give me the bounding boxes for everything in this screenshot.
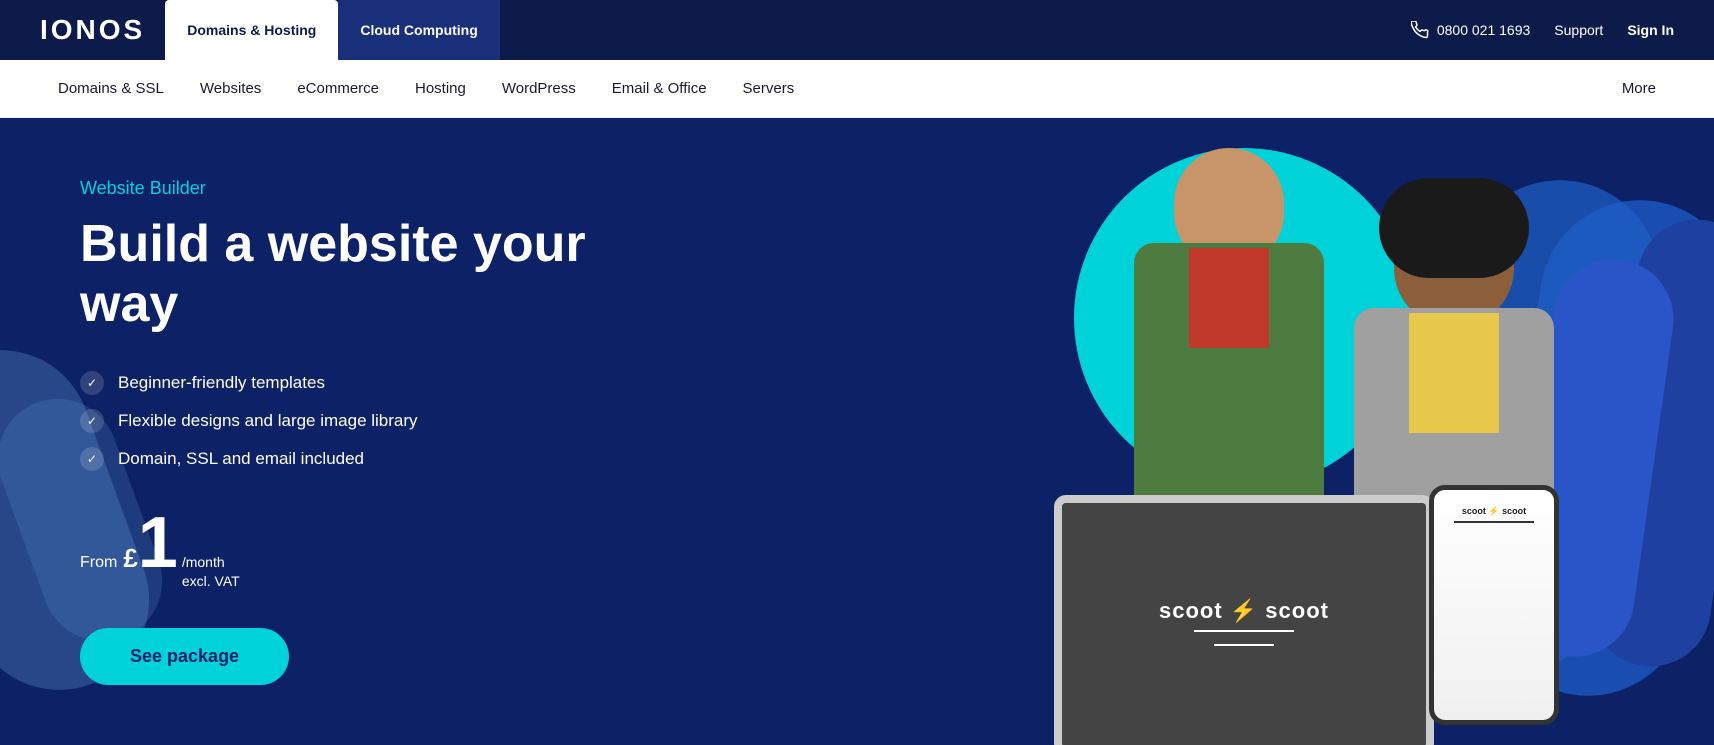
nav-websites[interactable]: Websites bbox=[182, 60, 279, 117]
pricing: From £ 1 /month excl. VAT bbox=[80, 507, 600, 592]
feature-item-3: ✓ Domain, SSL and email included bbox=[80, 447, 600, 471]
hero-section: Website Builder Build a website your way… bbox=[0, 118, 1714, 745]
nav-domains-ssl[interactable]: Domains & SSL bbox=[40, 60, 182, 117]
price-suffix: /month excl. VAT bbox=[182, 553, 240, 592]
phone-section: 0800 021 1693 bbox=[1411, 21, 1530, 39]
hero-content: Website Builder Build a website your way… bbox=[0, 118, 680, 745]
top-bar: IONOS Domains & Hosting Cloud Computing … bbox=[0, 0, 1714, 60]
phone-number: 0800 021 1693 bbox=[1437, 22, 1530, 38]
device-mockup: scoot ⚡ scoot bbox=[1054, 495, 1434, 745]
scoot-line-1 bbox=[1194, 630, 1294, 632]
scoot-logo-1: scoot ⚡ scoot bbox=[1159, 598, 1329, 624]
nav-ecommerce[interactable]: eCommerce bbox=[279, 60, 397, 117]
signin-link[interactable]: Sign In bbox=[1627, 22, 1674, 38]
feature-item-2: ✓ Flexible designs and large image libra… bbox=[80, 409, 600, 433]
currency-symbol: £ bbox=[123, 543, 137, 574]
nav-email-office[interactable]: Email & Office bbox=[594, 60, 725, 117]
see-package-button[interactable]: See package bbox=[80, 628, 289, 685]
logo: IONOS bbox=[40, 14, 145, 46]
nav-servers[interactable]: Servers bbox=[725, 60, 813, 117]
nav-tab-cloud[interactable]: Cloud Computing bbox=[338, 0, 499, 60]
nav-hosting[interactable]: Hosting bbox=[397, 60, 484, 117]
support-link[interactable]: Support bbox=[1554, 22, 1603, 38]
check-icon-3: ✓ bbox=[80, 447, 104, 471]
check-icon-2: ✓ bbox=[80, 409, 104, 433]
nav-tab-domains[interactable]: Domains & Hosting bbox=[165, 0, 338, 60]
nav-wordpress[interactable]: WordPress bbox=[484, 60, 594, 117]
scoot-logo-phone: scoot ⚡ scoot bbox=[1462, 506, 1526, 517]
from-text: From bbox=[80, 554, 117, 572]
nav-more[interactable]: More bbox=[1604, 80, 1674, 97]
secondary-nav: Domains & SSL Websites eCommerce Hosting… bbox=[0, 60, 1714, 118]
hero-visual: scoot ⚡ scoot scoot ⚡ scoot bbox=[814, 118, 1714, 745]
features-list: ✓ Beginner-friendly templates ✓ Flexible… bbox=[80, 371, 600, 471]
hero-label: Website Builder bbox=[80, 178, 600, 199]
phone-mockup: scoot ⚡ scoot bbox=[1429, 485, 1559, 725]
feature-item-1: ✓ Beginner-friendly templates bbox=[80, 371, 600, 395]
hero-title: Build a website your way bbox=[80, 215, 600, 335]
phone-icon bbox=[1411, 21, 1429, 39]
check-icon-1: ✓ bbox=[80, 371, 104, 395]
scoot-line-2 bbox=[1214, 644, 1274, 646]
price-amount: 1 bbox=[138, 507, 178, 579]
